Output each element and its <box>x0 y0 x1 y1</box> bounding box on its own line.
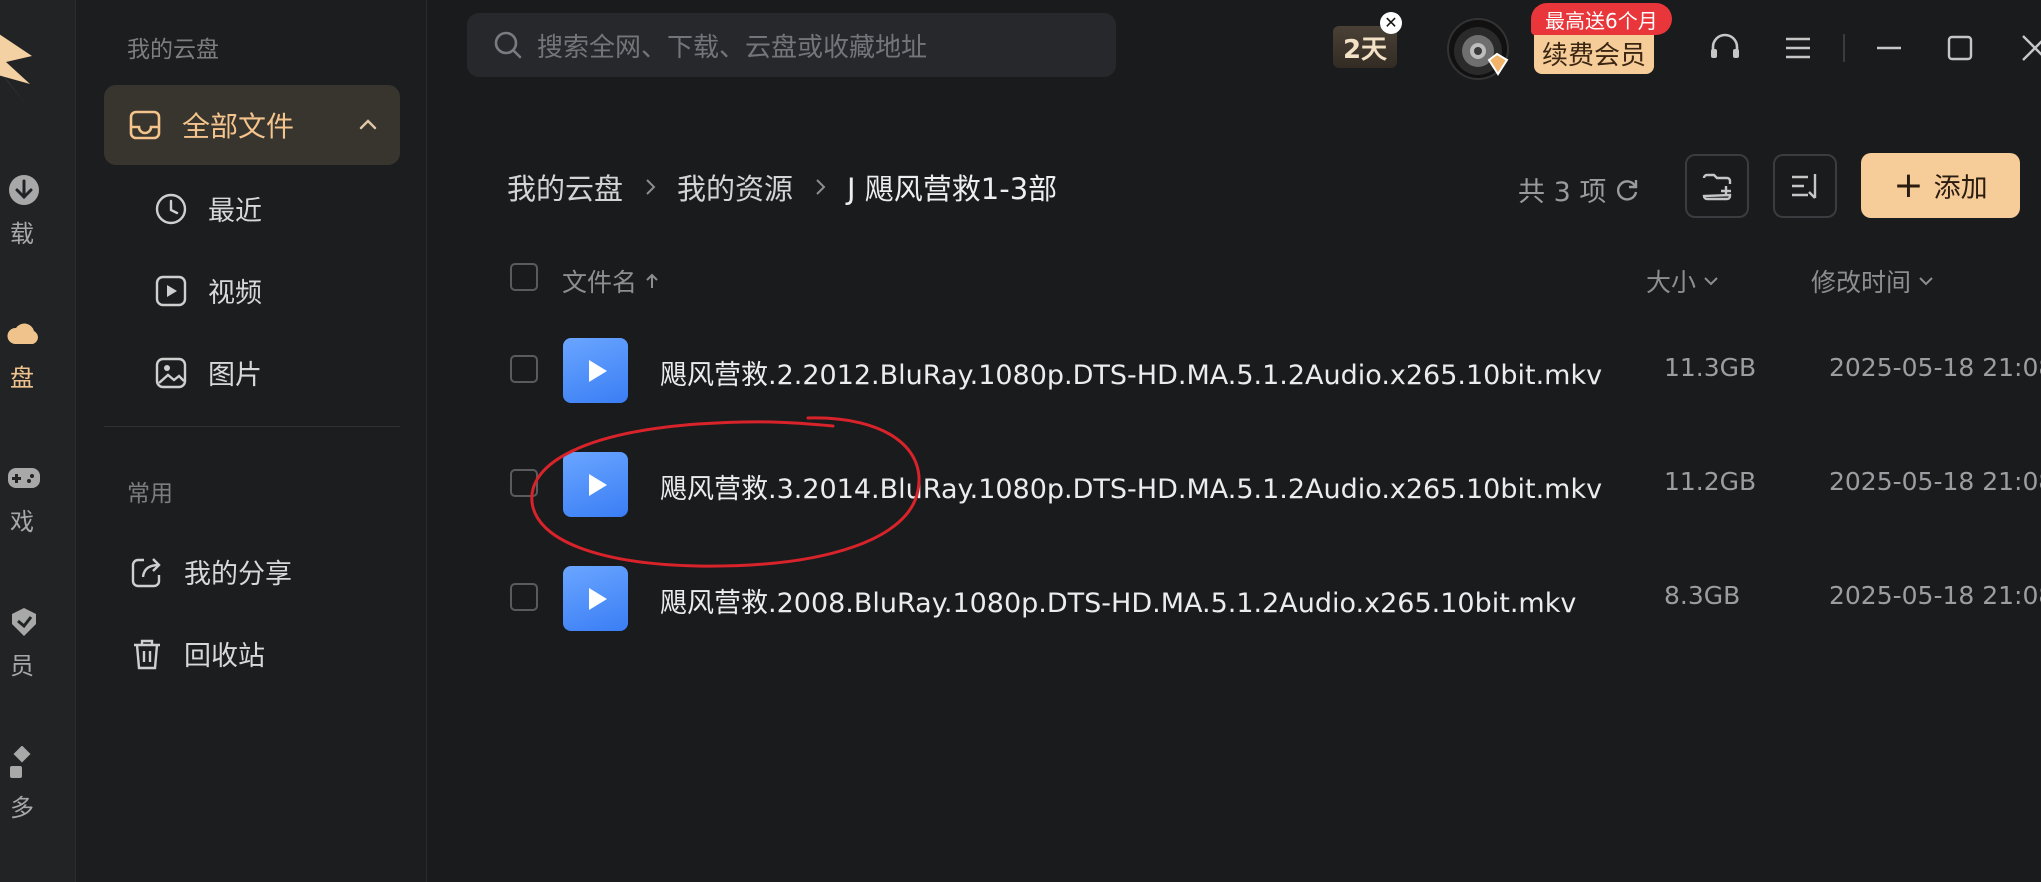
chevron-right-icon <box>646 179 656 195</box>
rail-item-label: 员 <box>10 652 34 680</box>
play-icon <box>588 587 607 610</box>
row-checkbox[interactable] <box>510 583 538 611</box>
file-size: 8.3GB <box>1664 581 1741 610</box>
sidebar-item-all-files[interactable]: 全部文件 <box>104 85 400 165</box>
avatar-image <box>1454 27 1509 76</box>
maximize-icon[interactable] <box>1942 30 1978 66</box>
video-file-icon <box>563 338 628 403</box>
column-header-size[interactable]: 大小 <box>1646 263 1720 299</box>
column-header-modified[interactable]: 修改时间 <box>1811 263 1935 299</box>
video-icon <box>155 275 187 306</box>
inbox-icon <box>129 110 161 140</box>
sidebar-item-label: 视频 <box>208 278 262 309</box>
minimize-icon[interactable] <box>1871 30 1907 66</box>
arrow-up-icon <box>646 273 658 288</box>
table-row[interactable]: 飓风营救.3.2014.BluRay.1080p.DTS-HD.MA.5.1.2… <box>0 434 2041 534</box>
file-modified: 2025-05-18 21:08 <box>1829 467 2041 496</box>
item-count-label: 共 3 项 <box>1518 177 1607 208</box>
row-checkbox[interactable] <box>510 469 538 497</box>
new-folder-button[interactable] <box>1685 154 1749 218</box>
column-header-label: 大小 <box>1646 268 1697 297</box>
table-row[interactable]: 飓风营救.2008.BluRay.1080p.DTS-HD.MA.5.1.2Au… <box>0 548 2041 648</box>
menu-icon[interactable] <box>1780 30 1816 66</box>
refresh-icon[interactable] <box>1614 177 1640 203</box>
new-folder-icon <box>1702 173 1732 201</box>
sidebar-item-label: 全部文件 <box>182 110 295 143</box>
item-count: 共 3 项 <box>1518 170 1640 209</box>
close-window-icon[interactable] <box>2017 30 2041 66</box>
more-apps-icon <box>10 746 31 778</box>
file-modified: 2025-05-18 21:08 <box>1829 581 2041 610</box>
search-input[interactable]: 搜索全网、下载、云盘或收藏地址 <box>467 13 1116 77</box>
sidebar-divider <box>104 426 400 427</box>
row-checkbox[interactable] <box>510 355 538 383</box>
column-header-name[interactable]: 文件名 <box>562 263 661 299</box>
headset-icon[interactable] <box>1707 30 1743 66</box>
add-button[interactable]: + 添加 <box>1861 153 2020 218</box>
video-file-icon <box>563 452 628 517</box>
play-icon <box>588 473 607 496</box>
download-icon <box>9 175 39 205</box>
toolbar-divider <box>1843 34 1845 62</box>
file-size: 11.3GB <box>1664 353 1757 382</box>
avatar[interactable] <box>1447 18 1509 80</box>
file-name[interactable]: 飓风营救.2008.BluRay.1080p.DTS-HD.MA.5.1.2Au… <box>660 581 1576 620</box>
column-header-label: 修改时间 <box>1811 268 1912 297</box>
add-button-label: 添加 <box>1933 173 1988 204</box>
file-size: 11.2GB <box>1664 467 1757 496</box>
breadcrumb: 我的云盘 我的资源 J 飓风营救1-3部 <box>507 166 1057 208</box>
chevron-down-icon <box>1919 277 1933 286</box>
breadcrumb-current: J 飓风营救1-3部 <box>847 172 1058 206</box>
chevron-right-icon <box>816 179 826 195</box>
plus-icon: + <box>1893 164 1924 206</box>
sidebar-item-label: 最近 <box>208 196 262 227</box>
chevron-down-icon <box>1704 277 1718 286</box>
rail-item-download[interactable]: 载 <box>0 172 40 249</box>
sort-icon <box>1792 174 1817 199</box>
search-placeholder: 搜索全网、下载、云盘或收藏地址 <box>537 32 928 63</box>
sidebar-section-title: 我的云盘 <box>127 37 219 63</box>
sidebar-item-recent[interactable]: 最近 <box>154 189 262 228</box>
play-icon <box>588 359 607 382</box>
rail-item-label: 载 <box>10 220 34 248</box>
file-name[interactable]: 飓风营救.2.2012.BluRay.1080p.DTS-HD.MA.5.1.2… <box>660 353 1602 392</box>
video-file-icon <box>563 566 628 631</box>
rail-item-more[interactable]: 多 <box>0 746 40 823</box>
file-modified: 2025-05-18 21:08 <box>1829 353 2041 382</box>
column-header-label: 文件名 <box>562 268 638 297</box>
search-icon <box>494 31 522 59</box>
file-name[interactable]: 飓风营救.3.2014.BluRay.1080p.DTS-HD.MA.5.1.2… <box>660 467 1602 506</box>
chevron-up-icon[interactable] <box>356 113 380 137</box>
clock-icon <box>155 193 187 224</box>
promo-tag: 最高送6个月 <box>1531 3 1672 35</box>
breadcrumb-item[interactable]: 我的资源 <box>677 166 793 208</box>
rail-item-label: 多 <box>10 794 34 822</box>
sort-button[interactable] <box>1773 154 1837 218</box>
close-icon[interactable]: ✕ <box>1380 12 1402 34</box>
breadcrumb-item[interactable]: 我的云盘 <box>507 166 623 208</box>
sidebar-item-video[interactable]: 视频 <box>154 271 262 310</box>
table-row[interactable]: 飓风营救.2.2012.BluRay.1080p.DTS-HD.MA.5.1.2… <box>0 320 2041 420</box>
app-logo <box>0 34 32 104</box>
select-all-checkbox[interactable] <box>510 263 538 291</box>
